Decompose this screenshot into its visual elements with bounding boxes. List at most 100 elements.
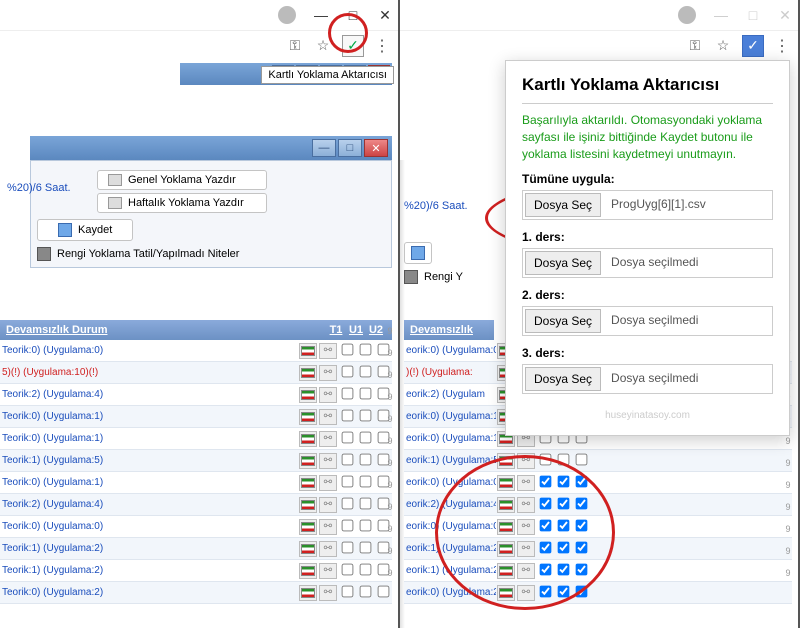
choose-file-button[interactable]: Dosya Seç (525, 193, 601, 217)
flag-icon[interactable] (497, 563, 515, 579)
link-icon[interactable]: ⚯ (517, 475, 535, 491)
link-icon[interactable]: ⚯ (517, 541, 535, 557)
checkbox-u2[interactable] (572, 519, 590, 535)
checkbox-t1[interactable] (338, 431, 356, 447)
checkbox-u2[interactable] (572, 585, 590, 601)
checkbox-u2[interactable] (572, 475, 590, 491)
checkbox-t1[interactable] (338, 585, 356, 601)
checkbox-u1[interactable] (356, 519, 374, 535)
link-icon[interactable]: ⚯ (517, 585, 535, 601)
checkbox-u1[interactable] (554, 563, 572, 579)
checkbox-u1[interactable] (356, 365, 374, 381)
checkbox-t1[interactable] (536, 497, 554, 513)
flag-icon[interactable] (299, 497, 317, 513)
checkbox-u2[interactable] (374, 585, 392, 601)
link-icon[interactable]: ⚯ (517, 453, 535, 469)
extension-button[interactable]: ✓ (342, 35, 364, 57)
link-icon[interactable]: ⚯ (517, 519, 535, 535)
flag-icon[interactable] (299, 409, 317, 425)
flag-icon[interactable] (299, 365, 317, 381)
inner-max[interactable]: □ (338, 139, 362, 157)
checkbox-u2[interactable] (572, 497, 590, 513)
flag-icon[interactable] (299, 343, 317, 359)
save-button[interactable] (404, 242, 432, 264)
checkbox-t1[interactable] (536, 541, 554, 557)
flag-icon[interactable] (299, 563, 317, 579)
key-icon[interactable]: ⚿ (286, 37, 304, 55)
checkbox-t1[interactable] (338, 365, 356, 381)
link-icon[interactable]: ⚯ (319, 365, 337, 381)
flag-icon[interactable] (299, 431, 317, 447)
checkbox-t1[interactable] (536, 453, 554, 469)
link-icon[interactable]: ⚯ (319, 475, 337, 491)
minimize-button[interactable]: — (314, 7, 328, 23)
flag-icon[interactable] (497, 585, 515, 601)
checkbox-u2[interactable] (572, 563, 590, 579)
file-input-2[interactable]: Dosya Seç Dosya seçilmedi (522, 306, 773, 336)
link-icon[interactable]: ⚯ (319, 453, 337, 469)
checkbox-t1[interactable] (338, 497, 356, 513)
flag-icon[interactable] (497, 519, 515, 535)
flag-icon[interactable] (299, 453, 317, 469)
checkbox-t1[interactable] (536, 519, 554, 535)
checkbox-t1[interactable] (338, 409, 356, 425)
flag-icon[interactable] (497, 541, 515, 557)
checkbox-t1[interactable] (338, 563, 356, 579)
col-u1[interactable]: U1 (346, 324, 366, 336)
menu-icon[interactable]: ⋮ (374, 36, 390, 56)
maximize-button[interactable]: □ (346, 7, 360, 23)
link-icon[interactable]: ⚯ (319, 519, 337, 535)
checkbox-u1[interactable] (356, 453, 374, 469)
link-icon[interactable]: ⚯ (517, 497, 535, 513)
avatar-icon[interactable] (678, 6, 696, 24)
checkbox-u1[interactable] (356, 497, 374, 513)
key-icon[interactable]: ⚿ (686, 37, 704, 55)
choose-file-button[interactable]: Dosya Seç (525, 251, 601, 275)
checkbox-t1[interactable] (536, 475, 554, 491)
link-icon[interactable]: ⚯ (319, 431, 337, 447)
inner-min[interactable]: — (312, 139, 336, 157)
checkbox-u1[interactable] (554, 541, 572, 557)
file-input-3[interactable]: Dosya Seç Dosya seçilmedi (522, 364, 773, 394)
link-icon[interactable]: ⚯ (319, 563, 337, 579)
col-t1[interactable]: T1 (326, 324, 346, 336)
file-input-all[interactable]: Dosya Seç ProgUyg[6][1].csv (522, 190, 773, 220)
checkbox-u1[interactable] (356, 343, 374, 359)
star-icon[interactable]: ☆ (714, 37, 732, 55)
checkbox-u1[interactable] (356, 563, 374, 579)
checkbox-u1[interactable] (356, 387, 374, 403)
link-icon[interactable]: ⚯ (319, 541, 337, 557)
checkbox-u1[interactable] (554, 585, 572, 601)
checkbox-u1[interactable] (554, 453, 572, 469)
menu-icon[interactable]: ⋮ (774, 36, 790, 56)
choose-file-button[interactable]: Dosya Seç (525, 367, 601, 391)
print-haftalik-button[interactable]: Haftalık Yoklama Yazdır (97, 193, 267, 213)
checkbox-t1[interactable] (338, 453, 356, 469)
checkbox-u1[interactable] (356, 541, 374, 557)
link-icon[interactable]: ⚯ (319, 585, 337, 601)
link-icon[interactable]: ⚯ (319, 343, 337, 359)
checkbox-u1[interactable] (356, 431, 374, 447)
checkbox-u1[interactable] (554, 519, 572, 535)
flag-icon[interactable] (299, 519, 317, 535)
col-durum[interactable]: Devamsızlık Durum (6, 324, 326, 336)
inner-close[interactable]: ✕ (364, 139, 388, 157)
link-icon[interactable]: ⚯ (517, 563, 535, 579)
flag-icon[interactable] (299, 475, 317, 491)
flag-icon[interactable] (299, 541, 317, 557)
checkbox-t1[interactable] (536, 585, 554, 601)
checkbox-u1[interactable] (554, 497, 572, 513)
flag-icon[interactable] (299, 585, 317, 601)
flag-icon[interactable] (497, 453, 515, 469)
flag-icon[interactable] (299, 387, 317, 403)
flag-icon[interactable] (497, 497, 515, 513)
checkbox-u1[interactable] (554, 475, 572, 491)
link-icon[interactable]: ⚯ (319, 387, 337, 403)
checkbox-u1[interactable] (356, 585, 374, 601)
file-input-1[interactable]: Dosya Seç Dosya seçilmedi (522, 248, 773, 278)
checkbox-t1[interactable] (338, 475, 356, 491)
link-icon[interactable]: ⚯ (319, 409, 337, 425)
choose-file-button[interactable]: Dosya Seç (525, 309, 601, 333)
checkbox-t1[interactable] (338, 343, 356, 359)
checkbox-u1[interactable] (356, 475, 374, 491)
